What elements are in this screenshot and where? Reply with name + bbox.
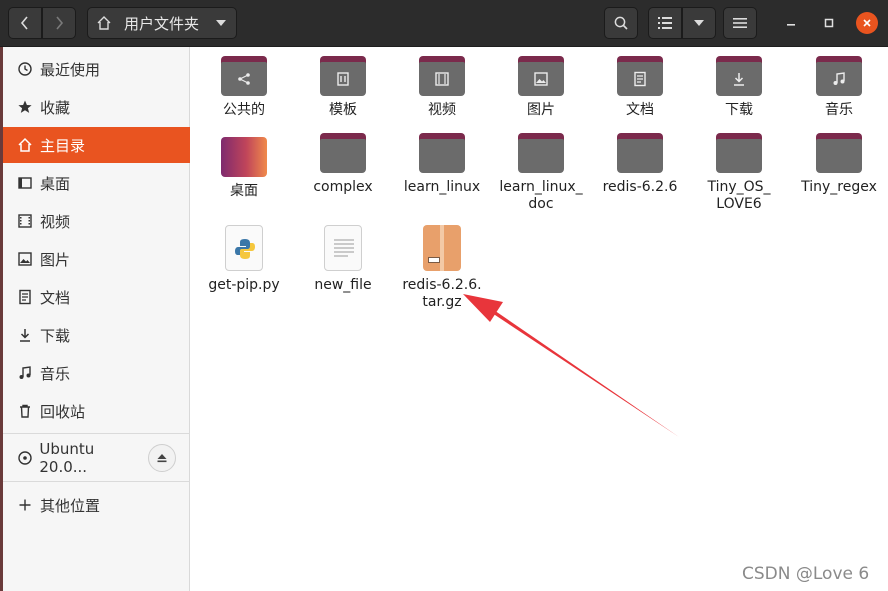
- watermark: CSDN @Love 6: [742, 564, 870, 584]
- arrow-head: [463, 294, 503, 322]
- arrow-shaft: [486, 306, 679, 437]
- annotation-arrow: [463, 294, 679, 437]
